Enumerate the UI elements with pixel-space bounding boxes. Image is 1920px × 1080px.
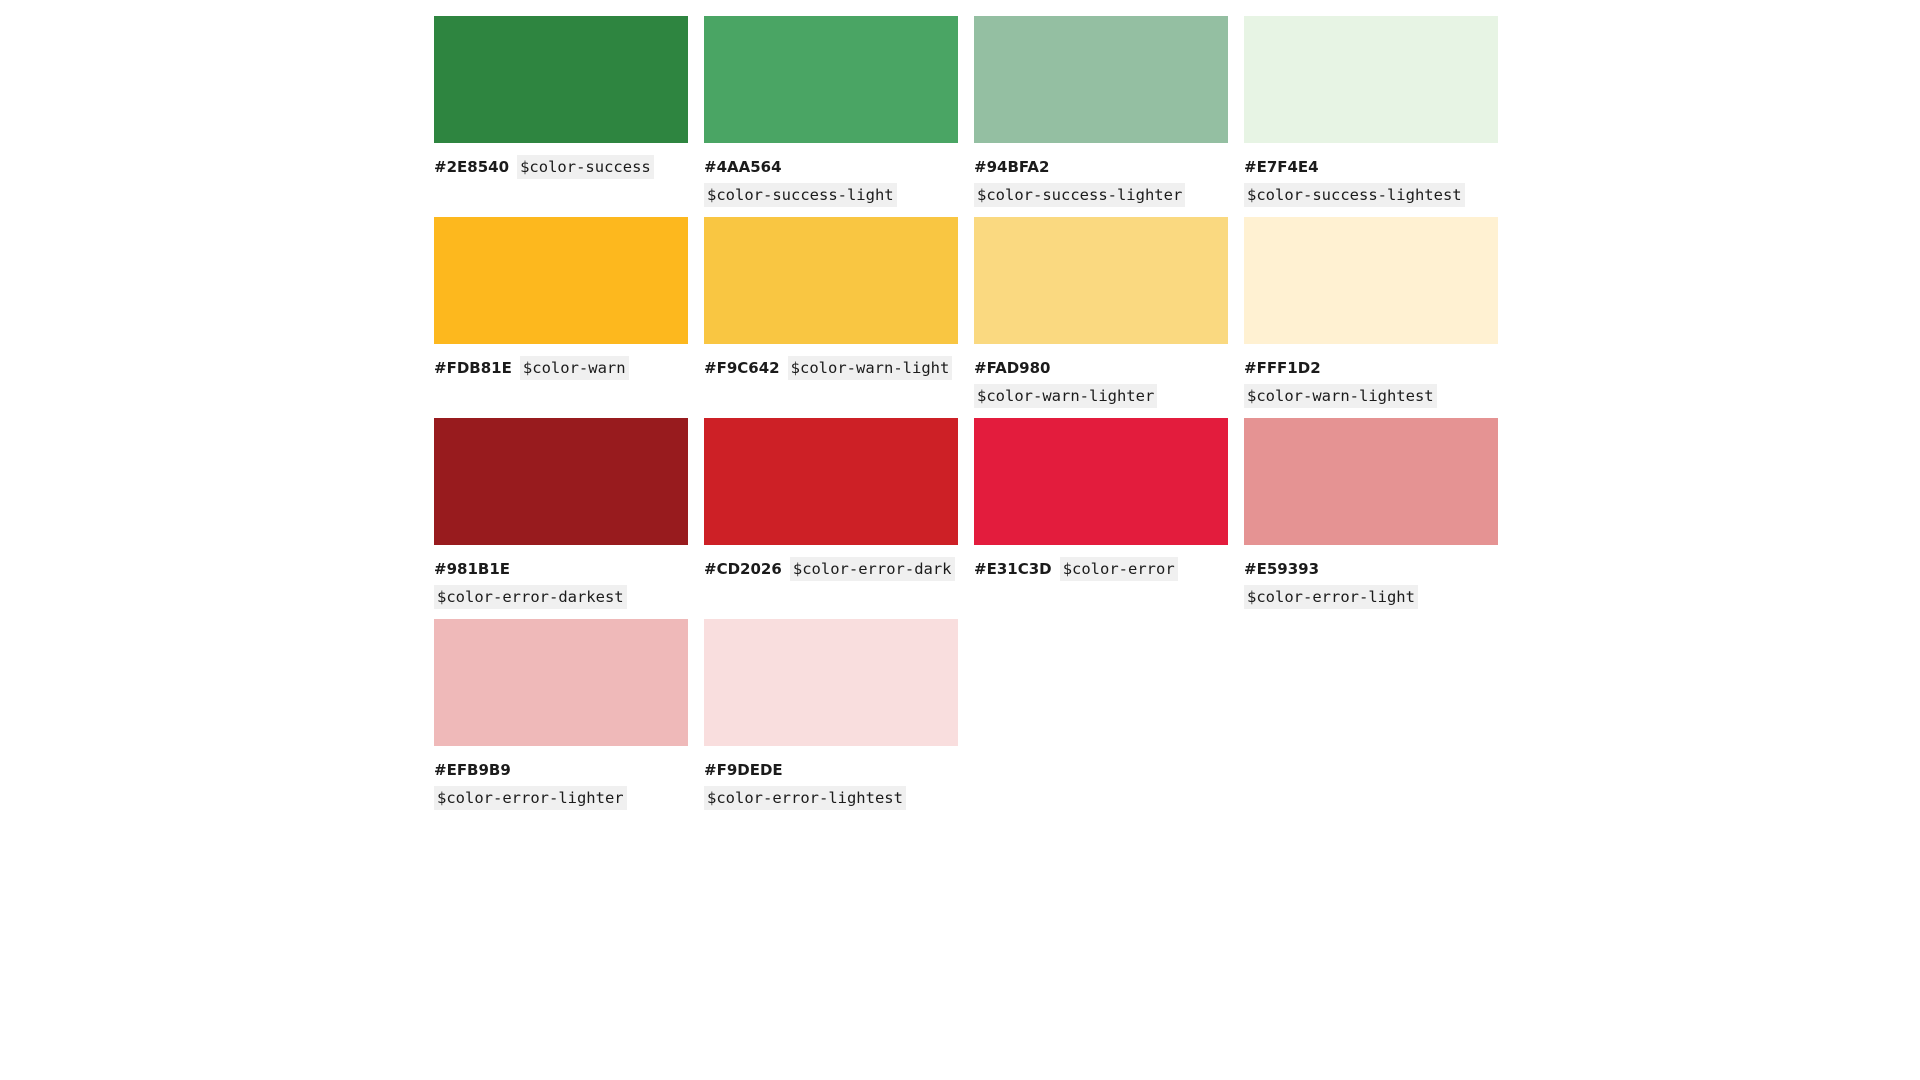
swatch-card: #FFF1D2 $color-warn-lightest	[1244, 217, 1498, 418]
variable-name: $color-success	[517, 155, 654, 179]
variable-name: $color-error-darkest	[434, 585, 627, 609]
variable-name: $color-error-lightest	[704, 786, 906, 810]
swatch-card: #2E8540 $color-success	[434, 16, 688, 217]
swatch-card: #EFB9B9 $color-error-lighter	[434, 619, 688, 820]
swatch-card: #F9DEDE $color-error-lightest	[704, 619, 958, 820]
variable-name: $color-success-light	[704, 183, 897, 207]
swatch-card: #F9C642 $color-warn-light	[704, 217, 958, 418]
swatch-meta: #FAD980 $color-warn-lighter	[974, 354, 1228, 410]
swatch-meta: #94BFA2 $color-success-lighter	[974, 153, 1228, 209]
hex-value: #94BFA2	[974, 158, 1050, 176]
hex-value: #FFF1D2	[1244, 359, 1321, 377]
swatch-meta: #E7F4E4 $color-success-lightest	[1244, 153, 1498, 209]
swatch-meta: #EFB9B9 $color-error-lighter	[434, 756, 688, 812]
color-swatch	[434, 619, 688, 746]
swatch-meta: #FFF1D2 $color-warn-lightest	[1244, 354, 1498, 410]
hex-value: #E7F4E4	[1244, 158, 1319, 176]
swatch-meta: #E31C3D $color-error	[974, 555, 1228, 583]
swatch-card: #981B1E $color-error-darkest	[434, 418, 688, 619]
swatch-meta: #FDB81E $color-warn	[434, 354, 688, 382]
swatch-meta: #CD2026 $color-error-dark	[704, 555, 958, 583]
hex-value: #F9C642	[704, 359, 780, 377]
swatch-meta: #E59393 $color-error-light	[1244, 555, 1498, 611]
color-swatch	[704, 16, 958, 143]
variable-name: $color-error-dark	[789, 557, 955, 581]
swatch-meta: #981B1E $color-error-darkest	[434, 555, 688, 611]
hex-value: #FAD980	[974, 359, 1051, 377]
color-palette-grid: #2E8540 $color-success #4AA564 $color-suc…	[434, 16, 1498, 820]
color-swatch	[1244, 217, 1498, 344]
color-swatch	[1244, 16, 1498, 143]
hex-value: #E59393	[1244, 560, 1319, 578]
swatch-meta: #F9DEDE $color-error-lightest	[704, 756, 958, 812]
hex-value: #FDB81E	[434, 359, 512, 377]
color-swatch	[434, 16, 688, 143]
variable-name: $color-error-light	[1244, 585, 1418, 609]
color-swatch	[974, 217, 1228, 344]
variable-name: $color-success-lightest	[1244, 183, 1465, 207]
variable-name: $color-error	[1059, 557, 1178, 581]
color-swatch	[434, 418, 688, 545]
color-swatch	[1244, 418, 1498, 545]
variable-name: $color-warn	[519, 356, 629, 380]
color-swatch	[704, 418, 958, 545]
swatch-meta: #2E8540 $color-success	[434, 153, 688, 181]
hex-value: #F9DEDE	[704, 761, 783, 779]
swatch-card: #CD2026 $color-error-dark	[704, 418, 958, 619]
swatch-card: #E59393 $color-error-light	[1244, 418, 1498, 619]
hex-value: #981B1E	[434, 560, 510, 578]
hex-value: #4AA564	[704, 158, 782, 176]
swatch-card: #FAD980 $color-warn-lighter	[974, 217, 1228, 418]
hex-value: #2E8540	[434, 158, 509, 176]
variable-name: $color-warn-lighter	[974, 384, 1158, 408]
variable-name: $color-error-lighter	[434, 786, 627, 810]
swatch-card: #E31C3D $color-error	[974, 418, 1228, 619]
color-swatch	[704, 217, 958, 344]
swatch-card: #FDB81E $color-warn	[434, 217, 688, 418]
color-swatch	[974, 16, 1228, 143]
swatch-card: #94BFA2 $color-success-lighter	[974, 16, 1228, 217]
hex-value: #E31C3D	[974, 560, 1052, 578]
variable-name: $color-warn-light	[787, 356, 953, 380]
variable-name: $color-success-lighter	[974, 183, 1186, 207]
color-swatch	[974, 418, 1228, 545]
color-swatch	[434, 217, 688, 344]
swatch-card: #E7F4E4 $color-success-lightest	[1244, 16, 1498, 217]
swatch-card: #4AA564 $color-success-light	[704, 16, 958, 217]
color-swatch	[704, 619, 958, 746]
variable-name: $color-warn-lightest	[1244, 384, 1437, 408]
swatch-meta: #F9C642 $color-warn-light	[704, 354, 958, 382]
swatch-meta: #4AA564 $color-success-light	[704, 153, 958, 209]
hex-value: #CD2026	[704, 560, 782, 578]
hex-value: #EFB9B9	[434, 761, 511, 779]
